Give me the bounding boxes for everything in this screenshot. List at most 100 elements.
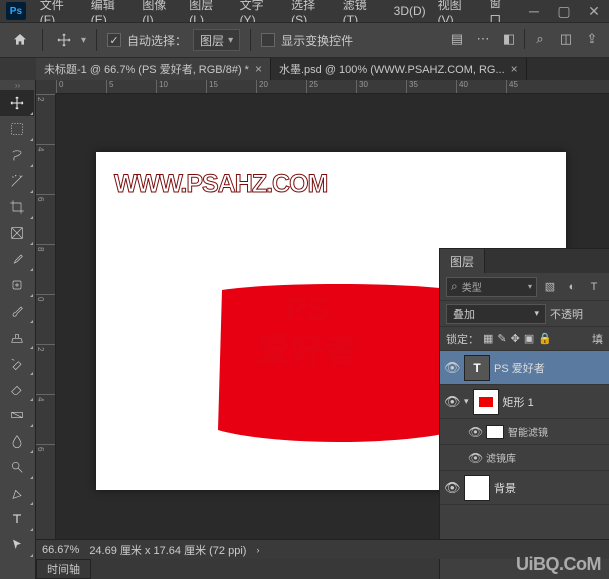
zoom-level[interactable]: 66.67% [42,544,79,556]
clone-stamp-tool[interactable] [0,324,34,350]
ruler-tick: 5 [106,80,156,93]
ruler-tick: 15 [206,80,256,93]
tab-layers[interactable]: 图层 [440,249,485,273]
doc-tab-title: 水墨.psd @ 100% (WWW.PSAHZ.COM, RG... [279,61,505,77]
ruler-tick: 20 [256,80,306,93]
close-tab-icon[interactable]: × [255,62,262,76]
layer-name[interactable]: PS 爱好者 [494,360,545,376]
lock-brush-icon[interactable]: ✎ [497,332,506,345]
dodge-tool[interactable] [0,454,34,480]
lock-artboard-icon[interactable]: ▣ [524,332,534,345]
path-selection-tool[interactable] [0,532,34,558]
pen-tool[interactable] [0,480,34,506]
close-tab-icon[interactable]: × [511,62,518,76]
home-icon[interactable] [8,28,32,52]
doc-tab-active[interactable]: 未标题-1 @ 66.7% (PS 爱好者, RGB/8#) * × [36,58,271,80]
3d-mode-icon[interactable]: ◧ [498,28,520,50]
lock-position-icon[interactable]: ✥ [511,332,520,345]
align-icon[interactable]: ▤ [446,28,468,50]
visibility-toggle-icon[interactable]: 👁 [444,480,460,496]
marquee-tool[interactable] [0,116,34,142]
share-icon[interactable]: ⇪ [581,28,603,50]
blur-tool[interactable] [0,428,34,454]
history-brush-tool[interactable] [0,350,34,376]
workspace-icon[interactable]: ◫ [555,28,577,50]
visibility-toggle-icon[interactable]: 👁 [468,451,482,465]
brush-tool[interactable] [0,298,34,324]
filter-type-icon[interactable]: T [585,278,603,296]
menu-3d[interactable]: 3D(D) [388,4,432,18]
show-transform-label: 显示变换控件 [281,32,353,49]
panel-grip[interactable]: ›› [0,80,35,90]
ruler-vertical[interactable]: 2 4 6 8 0 2 4 6 [36,94,56,539]
lock-all-icon[interactable]: 🔒 [538,332,552,345]
chevron-down-icon[interactable]: ▾ [81,35,86,46]
layer-thumb-background-icon[interactable] [464,475,490,501]
search-icon[interactable]: ⌕ [529,28,551,50]
document-tabs: 未标题-1 @ 66.7% (PS 爱好者, RGB/8#) * × 水墨.ps… [36,58,609,80]
red-text-line2: 爱好者 [256,332,358,370]
ruler-tick: 25 [306,80,356,93]
ruler-tick: 10 [156,80,206,93]
red-text-line1: PS [284,291,329,329]
minimize-button[interactable]: ─ [519,0,549,22]
filter-adjust-icon[interactable]: ◐ [563,278,581,296]
layer-item-text[interactable]: 👁 T PS 爱好者 [440,351,609,385]
auto-select-label: 自动选择： [127,32,187,49]
separator [96,29,97,51]
footer-watermark: UiBQ.CoM [516,554,601,575]
separator [524,29,525,49]
layers-panel: 图层 类型 ▧ ◐ T 叠加 不透明 锁定： ▦ ✎ ✥ ▣ 🔒 填 👁 T P… [439,248,609,579]
eyedropper-tool[interactable] [0,246,34,272]
eraser-tool[interactable] [0,376,34,402]
chevron-right-icon[interactable]: › [256,545,259,555]
gradient-tool[interactable] [0,402,34,428]
layer-item-rect[interactable]: 👁 ▾ 矩形 1 [440,385,609,419]
magic-wand-tool[interactable] [0,168,34,194]
layer-item-background[interactable]: 👁 背景 [440,471,609,505]
ellipsis-icon[interactable]: ⋯ [472,28,494,50]
document-dimensions[interactable]: 24.69 厘米 x 17.64 厘米 (72 ppi) [89,542,246,558]
layer-thumb-shape-icon[interactable] [473,389,499,415]
visibility-toggle-icon[interactable]: 👁 [444,394,460,410]
timeline-panel-tab[interactable]: 时间轴 [36,559,91,579]
show-transform-checkbox[interactable] [261,33,275,47]
layer-name[interactable]: 矩形 1 [503,394,534,410]
healing-brush-tool[interactable] [0,272,34,298]
type-tool[interactable] [0,506,34,532]
doc-tab-title: 未标题-1 @ 66.7% (PS 爱好者, RGB/8#) * [44,61,249,77]
visibility-toggle-icon[interactable]: 👁 [444,360,460,376]
ruler-tick: 40 [456,80,506,93]
ruler-tick: 35 [406,80,456,93]
move-tool[interactable] [0,90,34,116]
blend-mode-dropdown[interactable]: 叠加 [446,304,546,324]
layer-name[interactable]: 背景 [494,480,516,496]
crop-tool[interactable] [0,194,34,220]
ruler-tick: 2 [36,94,55,144]
filter-gallery-row[interactable]: 👁 滤镜库 [440,445,609,471]
ruler-tick: 6 [36,444,55,494]
ruler-tick: 2 [36,344,55,394]
expand-icon[interactable]: ▾ [464,396,469,407]
ruler-horizontal[interactable]: 0 5 10 15 20 25 30 35 40 45 [56,80,609,94]
lasso-tool[interactable] [0,142,34,168]
separator [42,29,43,51]
auto-select-target-dropdown[interactable]: 图层 [193,29,240,51]
fill-label: 填 [592,331,603,347]
ruler-tick: 4 [36,144,55,194]
layer-thumb-text-icon[interactable]: T [464,355,490,381]
maximize-button[interactable]: ▢ [549,0,579,22]
filter-gallery-label: 滤镜库 [486,450,516,465]
lock-pixels-icon[interactable]: ▦ [483,332,493,345]
auto-select-checkbox[interactable] [107,33,121,47]
filter-image-icon[interactable]: ▧ [541,278,559,296]
layer-filter-dropdown[interactable]: 类型 [446,277,537,297]
smart-filter-mask-icon[interactable] [486,425,504,439]
visibility-toggle-icon[interactable]: 👁 [468,425,482,439]
frame-tool[interactable] [0,220,34,246]
move-tool-indicator-icon [53,29,75,51]
smart-filters-row[interactable]: 👁 智能滤镜 [440,419,609,445]
doc-tab-other[interactable]: 水墨.psd @ 100% (WWW.PSAHZ.COM, RG... × [271,58,527,80]
smart-filters-label: 智能滤镜 [508,424,548,439]
close-window-button[interactable]: ✕ [579,0,609,22]
